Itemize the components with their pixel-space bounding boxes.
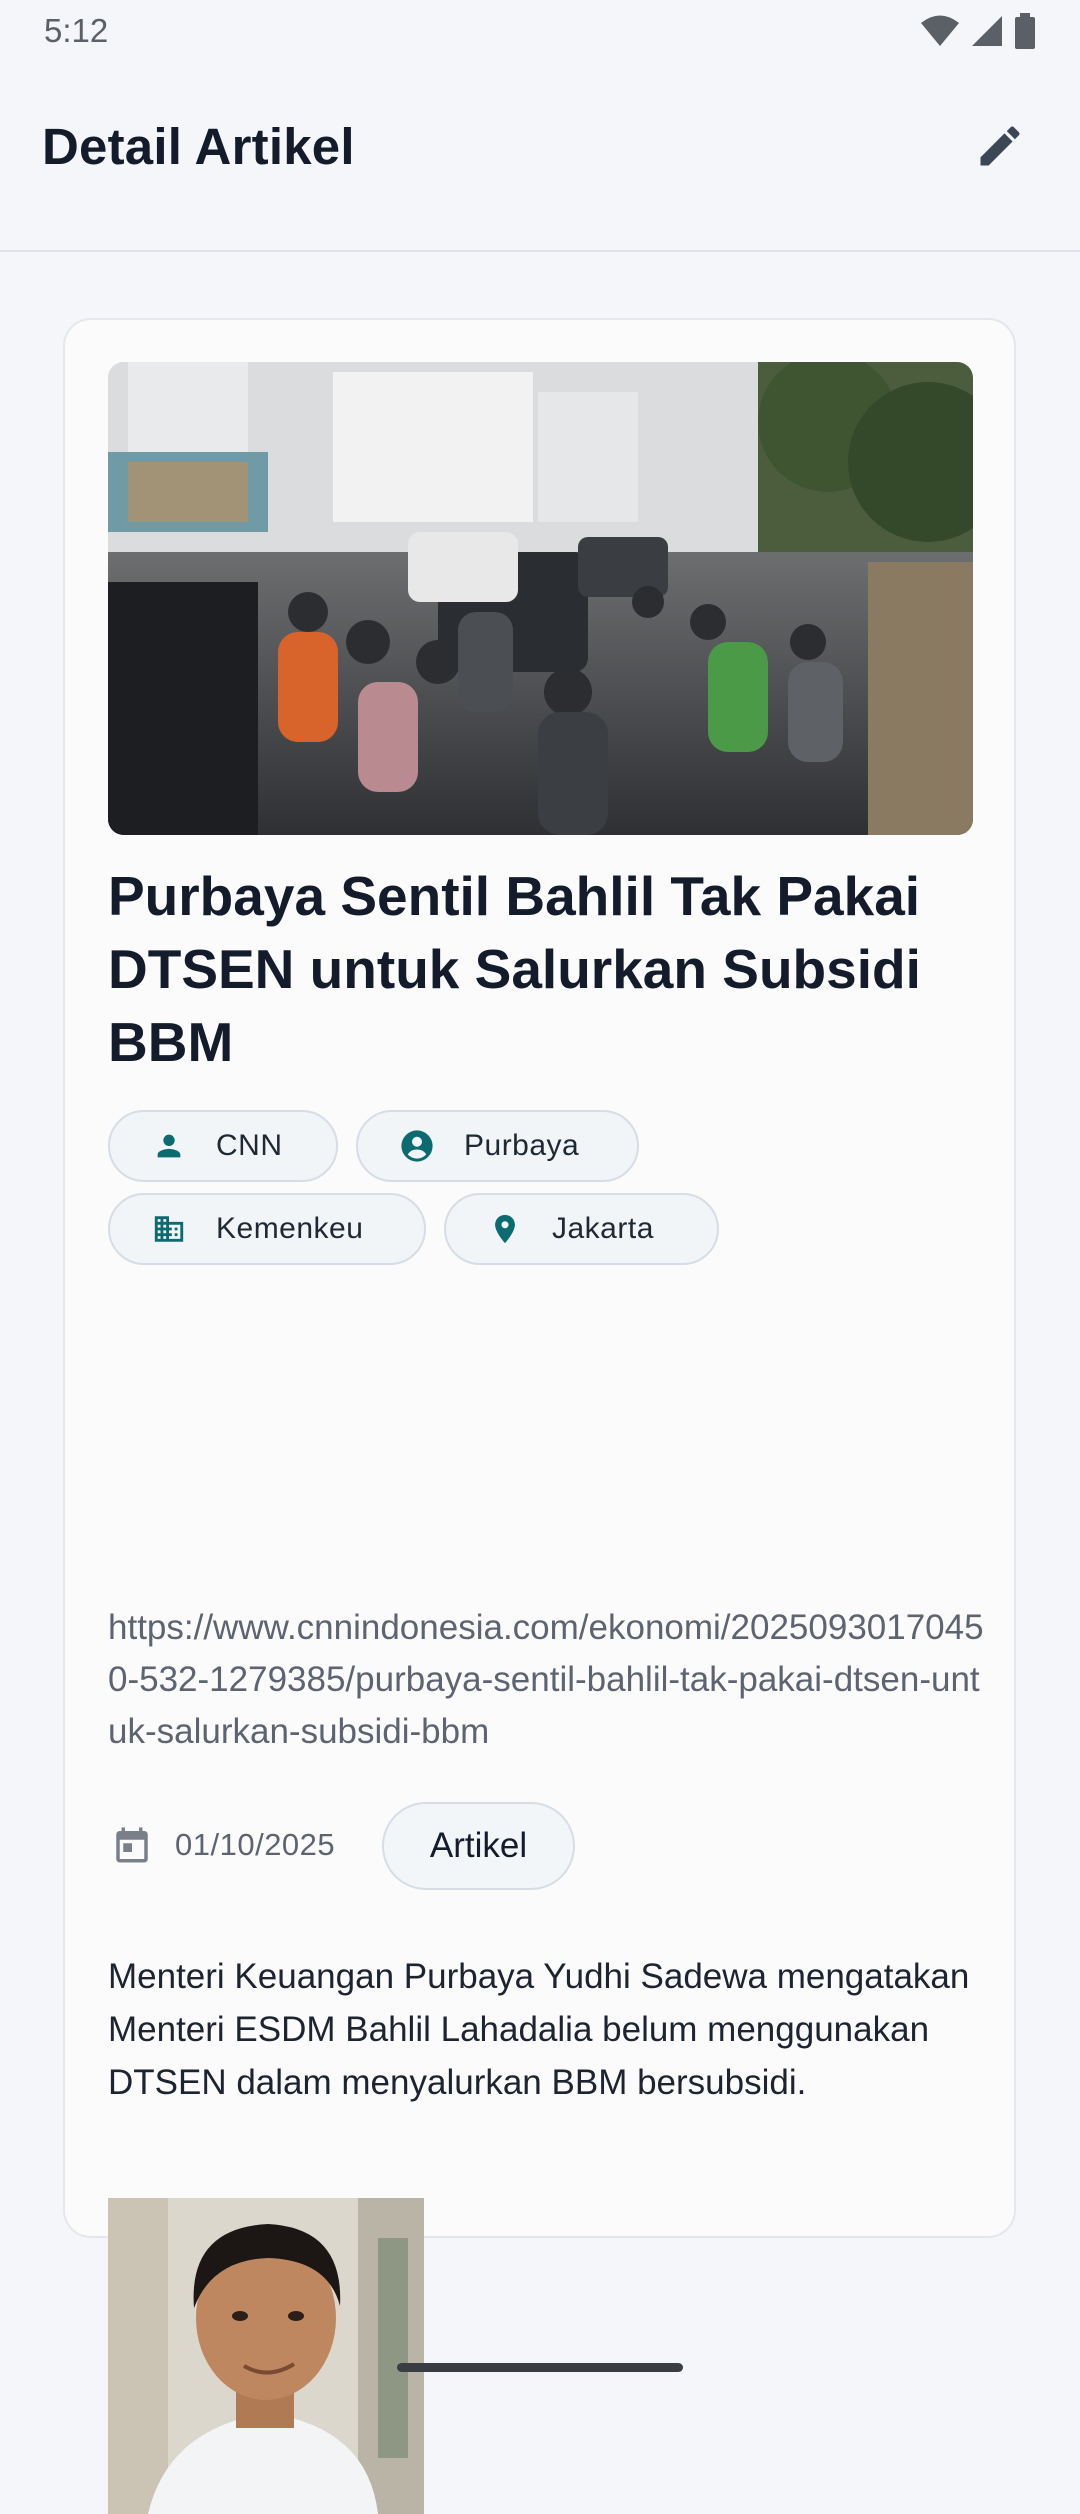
chip-organization[interactable]: Kemenkeu xyxy=(108,1193,426,1265)
chip-label: Purbaya xyxy=(464,1129,580,1162)
chip-location[interactable]: Jakarta xyxy=(444,1193,719,1265)
portrait-image xyxy=(108,2198,424,2514)
article-type-chip[interactable]: Artikel xyxy=(382,1802,575,1890)
chip-label: Kemenkeu xyxy=(216,1212,364,1245)
building-icon xyxy=(152,1212,186,1246)
battery-icon xyxy=(1015,13,1035,49)
date-row: 01/10/2025 xyxy=(108,1800,335,1890)
pencil-icon xyxy=(980,126,1020,166)
status-time: 5:12 xyxy=(44,12,109,49)
chip-person[interactable]: Purbaya xyxy=(356,1110,639,1182)
page-title: Detail Artikel xyxy=(42,117,355,175)
article-title: Purbaya Sentil Bahlil Tak Pakai DTSEN un… xyxy=(108,865,921,1073)
status-bar: 5:12 xyxy=(0,0,1080,62)
person-icon xyxy=(152,1129,186,1163)
wifi-icon xyxy=(921,15,959,46)
chip-label: Jakarta xyxy=(552,1212,654,1245)
calendar-icon xyxy=(116,1827,148,1863)
status-icons xyxy=(920,13,1036,49)
article-url[interactable]: https://www.cnnindonesia.com/ekonomi/202… xyxy=(108,1602,988,1758)
signal-icon xyxy=(972,16,1002,46)
article-card: Purbaya Sentil Bahlil Tak Pakai DTSEN un… xyxy=(63,318,1016,2514)
hero-image xyxy=(108,362,973,835)
article-summary: Menteri Keuangan Purbaya Yudhi Sadewa me… xyxy=(108,1957,970,2102)
chip-label: CNN xyxy=(216,1129,283,1162)
edit-button[interactable] xyxy=(960,106,1040,186)
app-bar: Detail Artikel xyxy=(0,62,1080,252)
home-indicator[interactable] xyxy=(397,2363,683,2372)
account-circle-icon xyxy=(400,1129,434,1163)
article-date: 01/10/2025 xyxy=(175,1827,336,1862)
location-pin-icon xyxy=(488,1212,522,1246)
chip-source[interactable]: CNN xyxy=(108,1110,338,1182)
